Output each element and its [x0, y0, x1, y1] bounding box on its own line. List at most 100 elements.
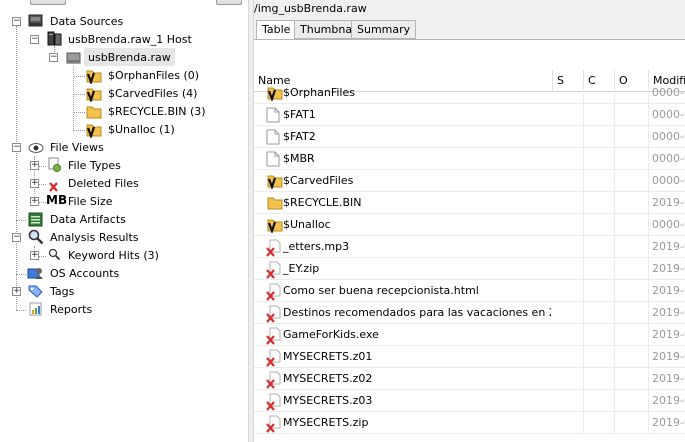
- expand-toggle[interactable]: +: [30, 197, 39, 206]
- tree-item-label: File Views: [50, 140, 104, 154]
- table-row[interactable]: $OrphanFiles 0000-0: [254, 87, 685, 104]
- tab-summary[interactable]: Summary: [351, 20, 417, 39]
- tree-item-label: Tags: [50, 284, 75, 298]
- table-cell: [615, 104, 649, 126]
- collapse-toggle[interactable]: −: [30, 35, 39, 44]
- table-cell: [615, 346, 649, 368]
- table-row[interactable]: $FAT2 0000-0: [254, 126, 685, 148]
- expand-toggle[interactable]: +: [30, 161, 39, 170]
- back-button[interactable]: [30, 0, 66, 5]
- table-cell: [553, 170, 584, 192]
- table-cell: [615, 148, 649, 170]
- file-name: Destinos recomendados para las vacacione…: [283, 306, 551, 319]
- modified-date: 0000-0: [652, 87, 685, 99]
- tree-item-analysis-results[interactable]: Analysis Results: [46, 228, 139, 246]
- tree-item-host[interactable]: usbBrenda.raw_1 Host: [64, 30, 192, 48]
- disk-image-icon: [66, 52, 81, 64]
- tree-item-usbbrenda-raw[interactable]: usbBrenda.raw: [84, 48, 175, 66]
- table-cell: [553, 104, 584, 126]
- table-cell: [584, 126, 615, 148]
- collapse-toggle[interactable]: −: [12, 17, 21, 26]
- file-name: MYSECRETS.z01: [283, 350, 373, 363]
- tree-item-deleted-files[interactable]: Deleted Files: [64, 174, 139, 192]
- tree-item-label: $Unalloc (1): [108, 122, 175, 136]
- folder-v-icon: [86, 70, 102, 84]
- tree-item-keyword-hits[interactable]: Keyword Hits (3): [64, 246, 159, 264]
- tab-table[interactable]: Table: [256, 20, 297, 40]
- table-row[interactable]: Destinos recomendados para las vacacione…: [254, 302, 685, 324]
- reports-icon: [29, 302, 42, 316]
- table-row[interactable]: $MBR 0000-0: [254, 148, 685, 170]
- modified-date: 2019-0: [652, 306, 685, 319]
- magnifier-icon: [28, 229, 44, 245]
- tree-item-unalloc[interactable]: $Unalloc (1): [104, 120, 175, 138]
- deleted-file-icon: [266, 415, 282, 436]
- file-name: _EY.zip: [283, 262, 320, 275]
- table-row[interactable]: $Unalloc 0000-0: [254, 214, 685, 236]
- tree-item-file-size[interactable]: File Size: [64, 192, 112, 210]
- modified-date: 2019-0: [652, 394, 685, 407]
- table-row[interactable]: MYSECRETS.z01 2019-0: [254, 346, 685, 368]
- table-cell: [615, 236, 649, 258]
- tree-item-data-artifacts[interactable]: Data Artifacts: [46, 210, 126, 228]
- table-cell: [553, 214, 584, 236]
- hard-drive-icon: [28, 14, 43, 27]
- deleted-file-icon: [266, 393, 282, 414]
- tree-item-carvedfiles[interactable]: $CarvedFiles (4): [104, 84, 197, 102]
- table-row[interactable]: $FAT1 0000-0: [254, 104, 685, 126]
- table-cell: [584, 302, 615, 324]
- table-cell: [615, 87, 649, 104]
- expand-toggle[interactable]: +: [30, 179, 39, 188]
- modified-date: 2019-0: [652, 350, 685, 363]
- tree-item-recycle-bin[interactable]: $RECYCLE.BIN (3): [104, 102, 206, 120]
- expand-toggle[interactable]: +: [30, 251, 39, 260]
- table-row[interactable]: Como ser buena recepcionista.html 2019-0: [254, 280, 685, 302]
- modified-date: 0000-0: [652, 130, 685, 143]
- tree-item-os-accounts[interactable]: OS Accounts: [46, 264, 119, 282]
- table-row[interactable]: MYSECRETS.z02 2019-0: [254, 368, 685, 390]
- modified-date: 2019-0: [652, 196, 685, 209]
- column-label: Modifie: [653, 74, 685, 87]
- table-row[interactable]: MYSECRETS.z03 2019-0: [254, 390, 685, 412]
- deleted-file-icon: [266, 283, 282, 304]
- collapse-toggle[interactable]: −: [12, 143, 21, 152]
- table-row[interactable]: $CarvedFiles 0000-0: [254, 170, 685, 192]
- table-cell: [584, 258, 615, 280]
- file-name: GameForKids.exe: [283, 328, 379, 341]
- table-cell: [553, 192, 584, 214]
- table-row[interactable]: _EY.zip 2019-0: [254, 258, 685, 280]
- table-cell: [584, 280, 615, 302]
- folder-v-icon: [86, 88, 102, 102]
- table-row[interactable]: _etters.mp3 2019-0: [254, 236, 685, 258]
- file-name: $FAT1: [283, 108, 316, 121]
- tree-item-label: Analysis Results: [50, 230, 139, 244]
- file-name: MYSECRETS.z02: [283, 372, 373, 385]
- tree-item-tags[interactable]: Tags: [46, 282, 74, 300]
- table-cell: [615, 280, 649, 302]
- deleted-file-icon: [266, 371, 282, 392]
- expand-toggle[interactable]: +: [12, 287, 21, 296]
- tree-item-reports[interactable]: Reports: [46, 300, 92, 318]
- table-cell: [584, 170, 615, 192]
- tree-item-data-sources[interactable]: Data Sources: [46, 12, 123, 30]
- tree-item-file-views[interactable]: File Views: [46, 138, 104, 156]
- tab-label: Thumbnail: [300, 23, 359, 36]
- column-label: O: [619, 74, 628, 87]
- file-name: $CarvedFiles: [283, 174, 354, 187]
- table-row[interactable]: $RECYCLE.BIN 2019-0: [254, 192, 685, 214]
- table-row[interactable]: GameForKids.exe 2019-0: [254, 324, 685, 346]
- settings-button[interactable]: [216, 0, 242, 5]
- folder-icon: [86, 106, 102, 119]
- table-cell: [615, 368, 649, 390]
- collapse-toggle[interactable]: −: [12, 233, 21, 242]
- folder-v-icon: [266, 217, 284, 236]
- collapse-toggle[interactable]: −: [49, 53, 58, 62]
- table-cell: [615, 302, 649, 324]
- modified-date: 2019-0: [652, 328, 685, 341]
- tags-icon: [28, 285, 43, 298]
- tree-item-label: $OrphanFiles (0): [108, 68, 200, 82]
- tree-item-label: Data Artifacts: [50, 212, 126, 226]
- tree-item-orphanfiles[interactable]: $OrphanFiles (0): [104, 66, 199, 84]
- table-row[interactable]: MYSECRETS.zip 2019-0: [254, 412, 685, 434]
- tree-item-file-types[interactable]: File Types: [64, 156, 121, 174]
